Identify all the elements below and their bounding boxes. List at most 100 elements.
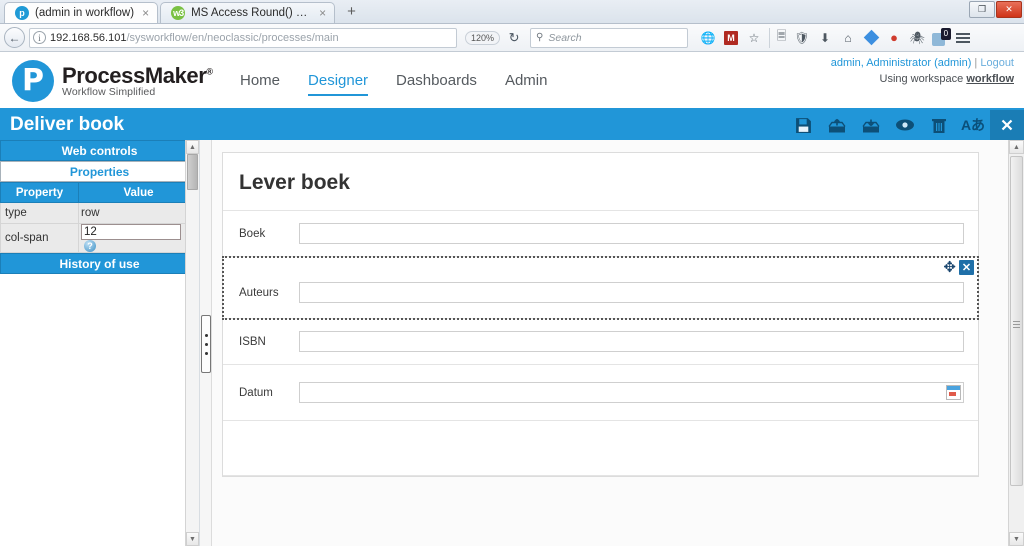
upload-icon[interactable] [820,110,854,140]
form-container: Lever boek Boek ✥ ✕ Auteurs ISBN Datum [222,152,979,477]
noscript-icon[interactable]: 🕷 [907,28,927,48]
designer-tool-buttons: Aあ [786,110,1024,140]
new-tab-button[interactable]: + [337,2,366,23]
url-text: 192.168.56.101/sysworkflow/en/neoclassic… [50,32,339,44]
field-label-isbn: ISBN [239,335,266,348]
window-close-button[interactable]: ✕ [996,1,1022,18]
properties-panel: Web controls Properties Property Value t… [0,140,200,546]
table-row: col-span ? [0,222,199,254]
tab-close-icon[interactable]: × [140,6,149,20]
nav-item-admin[interactable]: Admin [505,72,548,96]
field-input-boek[interactable] [299,223,964,244]
reload-icon[interactable]: ↻ [504,30,524,46]
save-icon[interactable] [786,110,820,140]
panel-splitter[interactable] [200,140,212,546]
bookmark-star-icon[interactable]: ☆ [744,28,764,48]
canvas-scrollbar[interactable]: ▲ ▼ [1008,140,1024,546]
search-input[interactable]: Search [548,32,581,44]
form-canvas: Lever boek Boek ✥ ✕ Auteurs ISBN Datum ▲… [212,140,1024,546]
logo-mark-icon: P [12,60,54,102]
nav-item-designer[interactable]: Designer [308,72,369,96]
column-header-property: Property [0,182,79,203]
form-row-datum[interactable]: Datum [223,365,978,421]
form-title: Lever boek [239,170,350,194]
property-value-type: row [78,202,199,224]
page-title: Deliver book [10,114,125,135]
help-icon[interactable]: ? [84,240,96,252]
browser-tab-admin-in-workflow[interactable]: p (admin in workflow) × [4,2,159,23]
delete-row-button[interactable]: ✕ [959,260,974,275]
column-header-value: Value [78,182,199,203]
form-row-isbn[interactable]: ISBN [223,319,978,365]
field-label-auteurs: Auteurs [239,286,279,299]
scrollbar-thumb[interactable] [1010,156,1023,486]
form-title-row[interactable]: Lever boek [223,153,978,211]
table-header-row: Property Value [0,182,199,203]
search-bar[interactable]: ⚲ Search [530,27,689,48]
tab-label: MS Access Round() Function [191,7,311,19]
processmaker-logo[interactable]: P ProcessMaker® Workflow Simplified [12,60,213,102]
scrollbar-track[interactable] [186,154,199,532]
designer-toolbar: Deliver book Aあ [0,110,1024,140]
splitter-handle[interactable] [201,315,211,373]
nav-item-dashboards[interactable]: Dashboards [396,72,477,96]
browser-navigation-bar: ← i 192.168.56.101/sysworkflow/en/neocla… [0,24,1024,52]
sidebar-scrollbar[interactable]: ▲ ▼ [185,140,199,546]
field-input-isbn[interactable] [299,331,964,352]
user-separator: | [974,57,978,69]
window-restore-button[interactable]: ❐ [969,1,995,18]
history-of-use-tab[interactable]: History of use [0,253,199,275]
shield-icon[interactable]: 🛡 [792,28,812,48]
browser-tab-ms-access-round[interactable]: w3 MS Access Round() Function × [160,2,336,23]
site-info-icon[interactable]: i [33,31,46,44]
tab-label: (admin in workflow) [35,7,135,19]
back-button[interactable]: ← [4,27,25,48]
downloads-icon[interactable]: ⬇ [815,28,835,48]
browser-titlebar: p (admin in workflow) × w3 MS Access Rou… [0,0,1024,24]
scroll-down-arrow-icon[interactable]: ▼ [1009,532,1024,546]
location-pin-icon[interactable]: ● [884,28,904,48]
home-icon[interactable]: ⌂ [838,28,858,48]
brand-name: ProcessMaker [62,62,207,88]
workspace-name: workflow [966,73,1014,85]
calendar-icon[interactable] [946,385,961,400]
field-input-datum[interactable] [299,382,964,403]
property-value-col-span[interactable]: ? [78,222,199,254]
workspace-prefix: Using workspace [879,73,964,85]
field-input-auteurs[interactable] [299,282,964,303]
scrollbar-thumb[interactable] [187,154,198,190]
move-handle-icon[interactable]: ✥ [943,260,956,275]
scroll-up-arrow-icon[interactable]: ▲ [1009,140,1024,154]
table-row: type row [0,202,199,224]
nav-item-home[interactable]: Home [240,72,280,96]
adblock-icon[interactable]: M [721,28,741,48]
web-controls-tab[interactable]: Web controls [0,140,199,161]
form-row-empty[interactable] [223,421,978,476]
main-navigation: Home Designer Dashboards Admin [240,72,547,96]
globe-icon[interactable]: 🌐 [698,28,718,48]
scroll-down-arrow-icon[interactable]: ▼ [186,532,199,546]
preview-eye-icon[interactable] [888,110,922,140]
form-row-boek[interactable]: Boek [223,211,978,257]
scroll-up-arrow-icon[interactable]: ▲ [186,140,199,154]
browser-toolbar-icons: 🌐 M ☆ 🗏 🛡 ⬇ ⌂ ● 🕷 0 [698,27,973,48]
reading-list-icon[interactable]: 🗏 [769,27,789,48]
search-icon: ⚲ [536,32,544,43]
app-header: P ProcessMaker® Workflow Simplified Home… [0,52,1024,110]
address-bar[interactable]: i 192.168.56.101/sysworkflow/en/neoclass… [29,27,457,48]
close-icon[interactable] [990,110,1024,140]
language-icon[interactable]: Aあ [956,110,990,140]
form-row-auteurs[interactable]: ✥ ✕ Auteurs [222,256,979,320]
download-icon[interactable] [854,110,888,140]
zoom-level-indicator[interactable]: 120% [465,30,501,45]
properties-tab[interactable]: Properties [0,161,199,182]
menu-icon[interactable] [953,28,973,48]
url-path: /sysworkflow/en/neoclassic/processes/mai… [126,31,339,44]
logout-link[interactable]: Logout [980,57,1014,69]
extension-badge-icon[interactable]: 0 [930,27,952,48]
delete-trash-icon[interactable] [922,110,956,140]
col-span-input[interactable] [81,224,181,240]
sync-diamond-icon[interactable] [861,28,881,48]
tab-close-icon[interactable]: × [317,6,326,20]
field-label-boek: Boek [239,227,266,240]
